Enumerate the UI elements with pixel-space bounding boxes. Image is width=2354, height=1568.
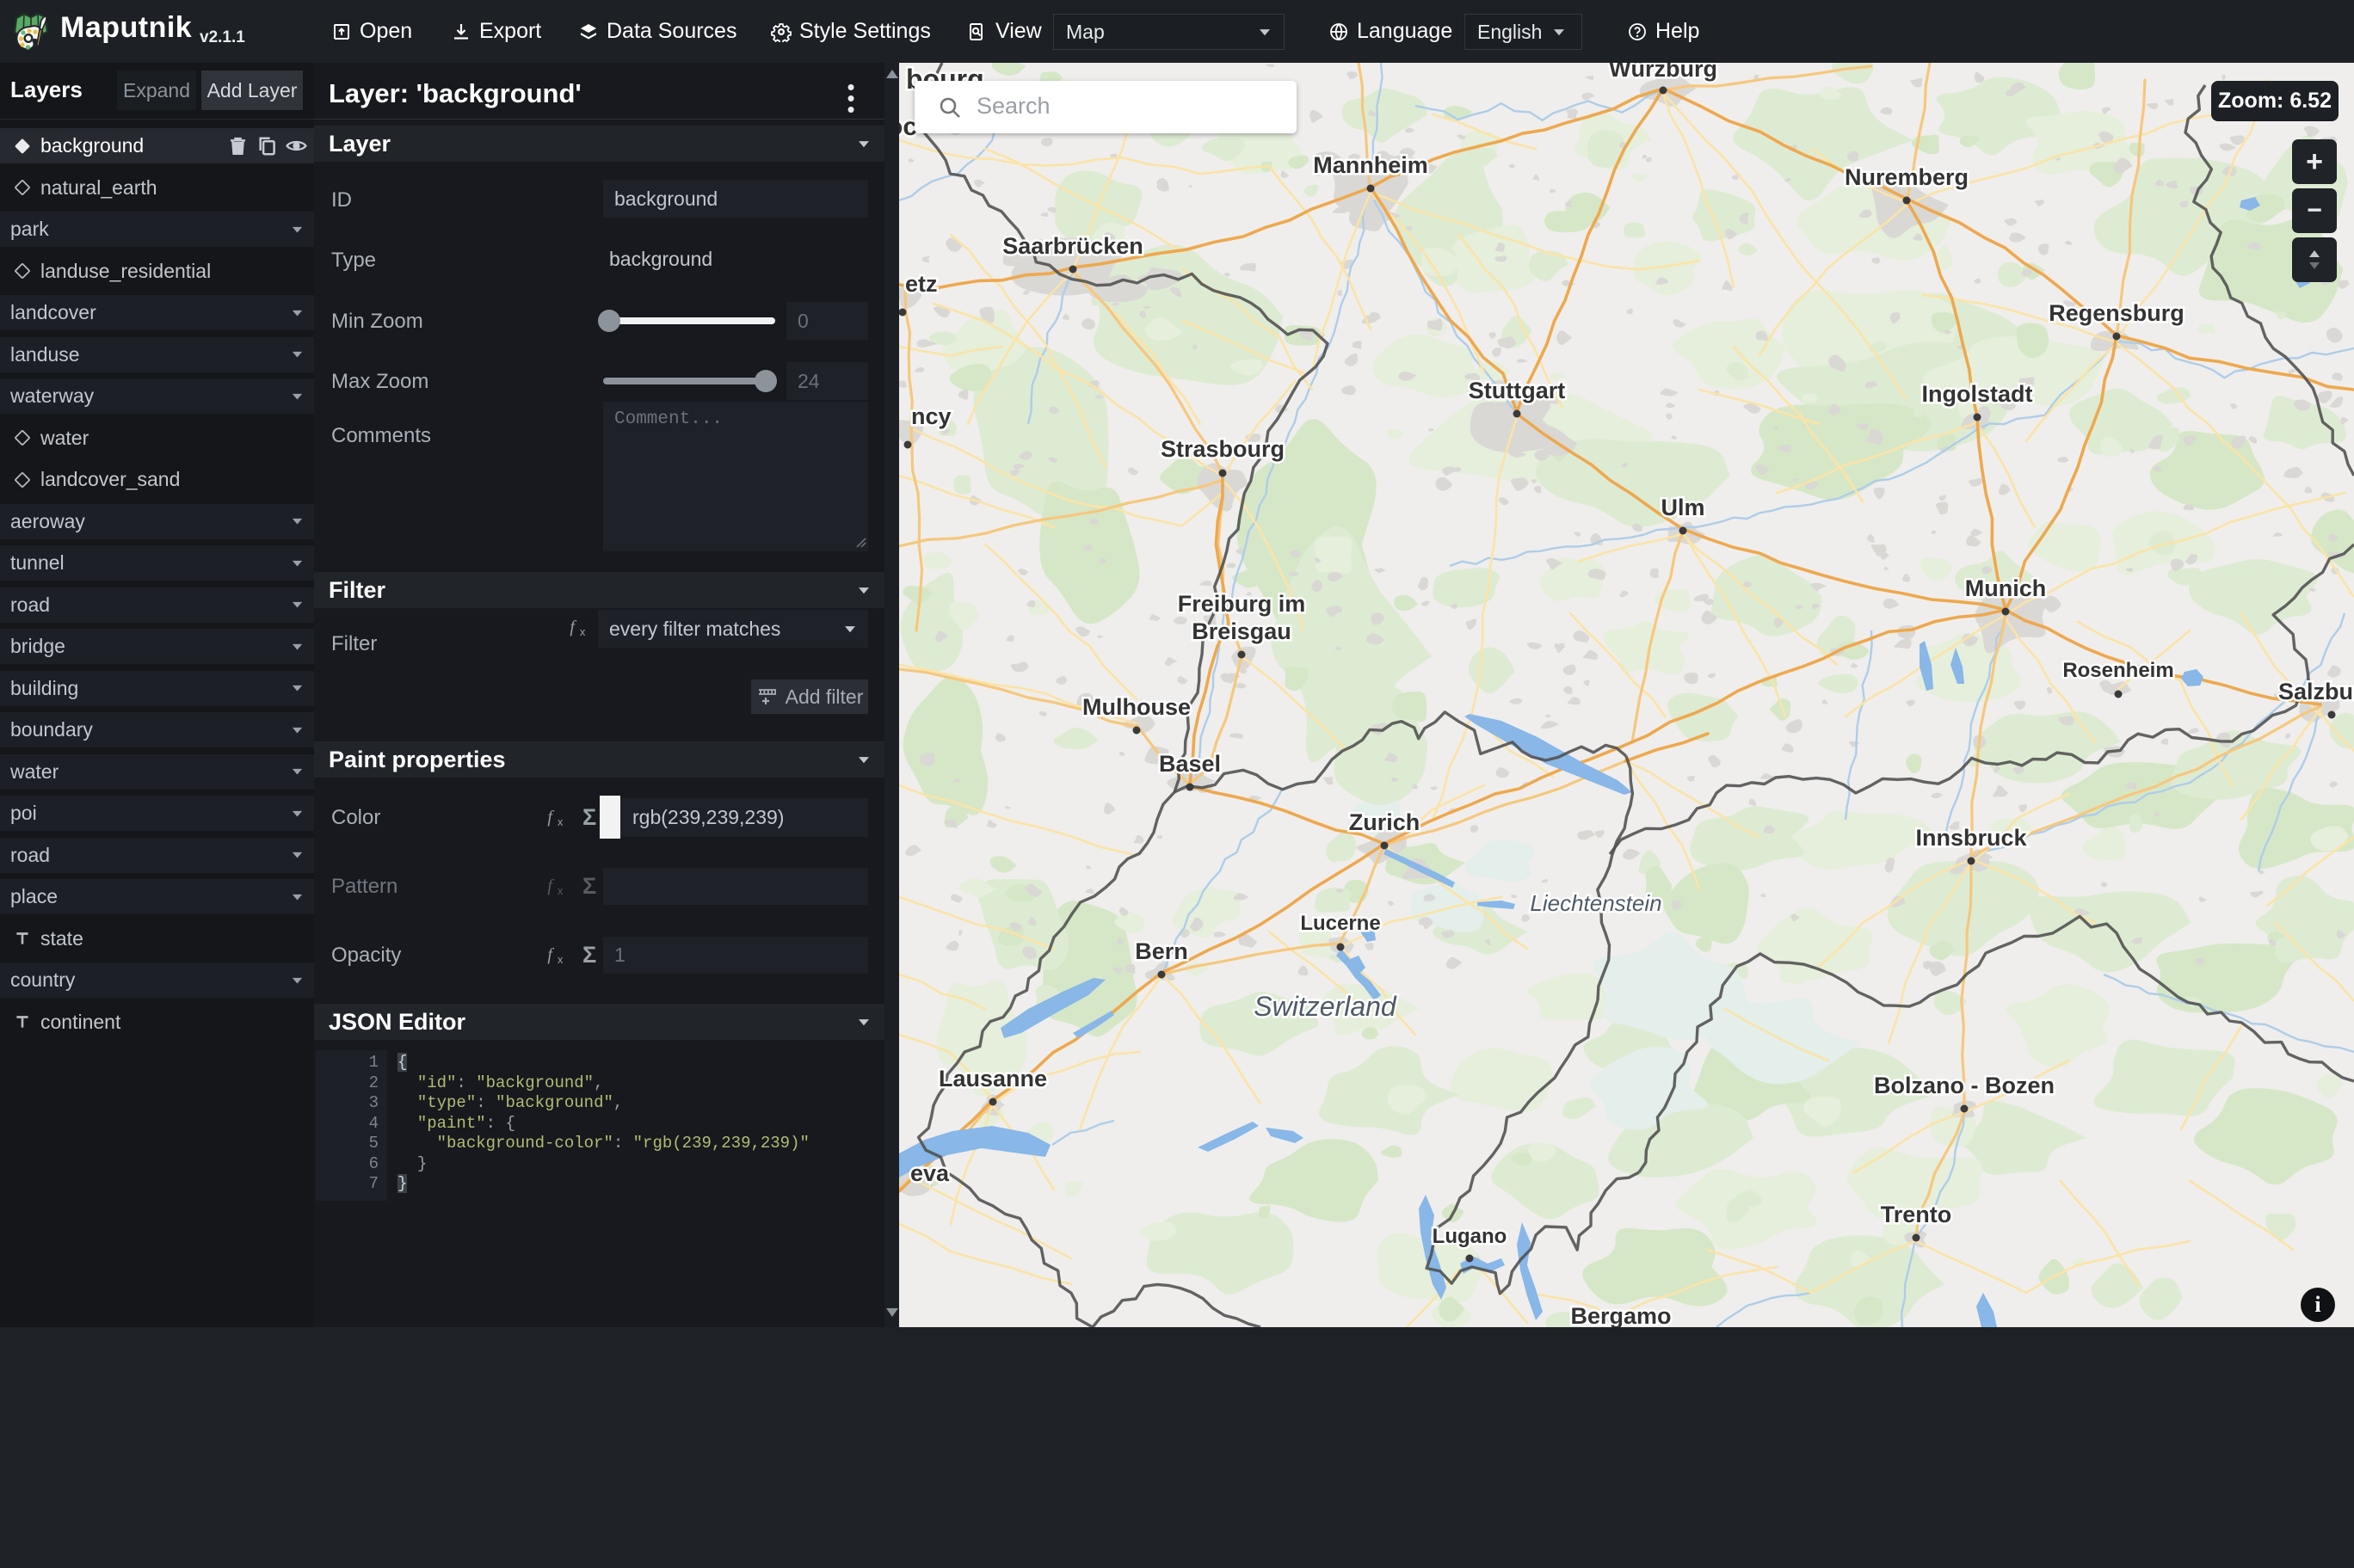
svg-text:Zurich: Zurich <box>1349 809 1420 835</box>
svg-text:Bern: Bern <box>1135 938 1188 964</box>
svg-text:f: f <box>547 877 554 895</box>
svg-text:Stuttgart: Stuttgart <box>1469 378 1565 403</box>
svg-text:Liechtenstein: Liechtenstein <box>1530 890 1661 916</box>
svg-text:Lucerne: Lucerne <box>1300 912 1380 935</box>
svg-text:Breisgau: Breisgau <box>1192 618 1291 644</box>
svg-text:f: f <box>570 618 576 636</box>
svg-text:Lausanne: Lausanne <box>939 1066 1047 1091</box>
svg-text:Munich: Munich <box>1965 575 2047 601</box>
svg-text:Nuremberg: Nuremberg <box>1845 164 1969 190</box>
svg-text:Innsbruck: Innsbruck <box>1915 825 2027 851</box>
svg-text:Ulm: Ulm <box>1661 495 1704 520</box>
svg-text:x: x <box>558 816 564 827</box>
svg-text:Ingolstadt: Ingolstadt <box>1922 381 2033 407</box>
svg-text:f: f <box>547 946 554 964</box>
svg-text:Basel: Basel <box>1159 751 1221 777</box>
svg-text:Rosenheim: Rosenheim <box>2062 659 2173 682</box>
svg-text:x: x <box>558 954 564 964</box>
svg-text:Regensburg: Regensburg <box>2049 300 2185 326</box>
svg-text:eva: eva <box>910 1160 950 1186</box>
svg-text:f: f <box>547 809 554 827</box>
svg-text:Bergamo: Bergamo <box>1570 1303 1671 1327</box>
svg-text:Trento: Trento <box>1881 1202 1952 1227</box>
svg-text:etz: etz <box>905 271 938 297</box>
svg-text:Würzburg: Würzburg <box>1609 63 1717 82</box>
svg-text:Freiburg im: Freiburg im <box>1178 591 1306 617</box>
svg-text:Saarbrücken: Saarbrücken <box>1002 233 1143 259</box>
svg-text:Bolzano - Bozen: Bolzano - Bozen <box>1874 1073 2055 1098</box>
svg-text:Mulhouse: Mulhouse <box>1082 694 1191 720</box>
svg-text:x: x <box>558 885 564 895</box>
svg-text:x: x <box>580 626 586 636</box>
svg-text:ncy: ncy <box>911 403 952 429</box>
svg-text:Switzerland: Switzerland <box>1254 991 1397 1022</box>
svg-text:Salzburg: Salzburg <box>2278 679 2354 704</box>
svg-text:Strasbourg: Strasbourg <box>1161 436 1285 462</box>
svg-text:Mannheim: Mannheim <box>1313 152 1428 178</box>
svg-text:Lugano: Lugano <box>1433 1225 1507 1248</box>
